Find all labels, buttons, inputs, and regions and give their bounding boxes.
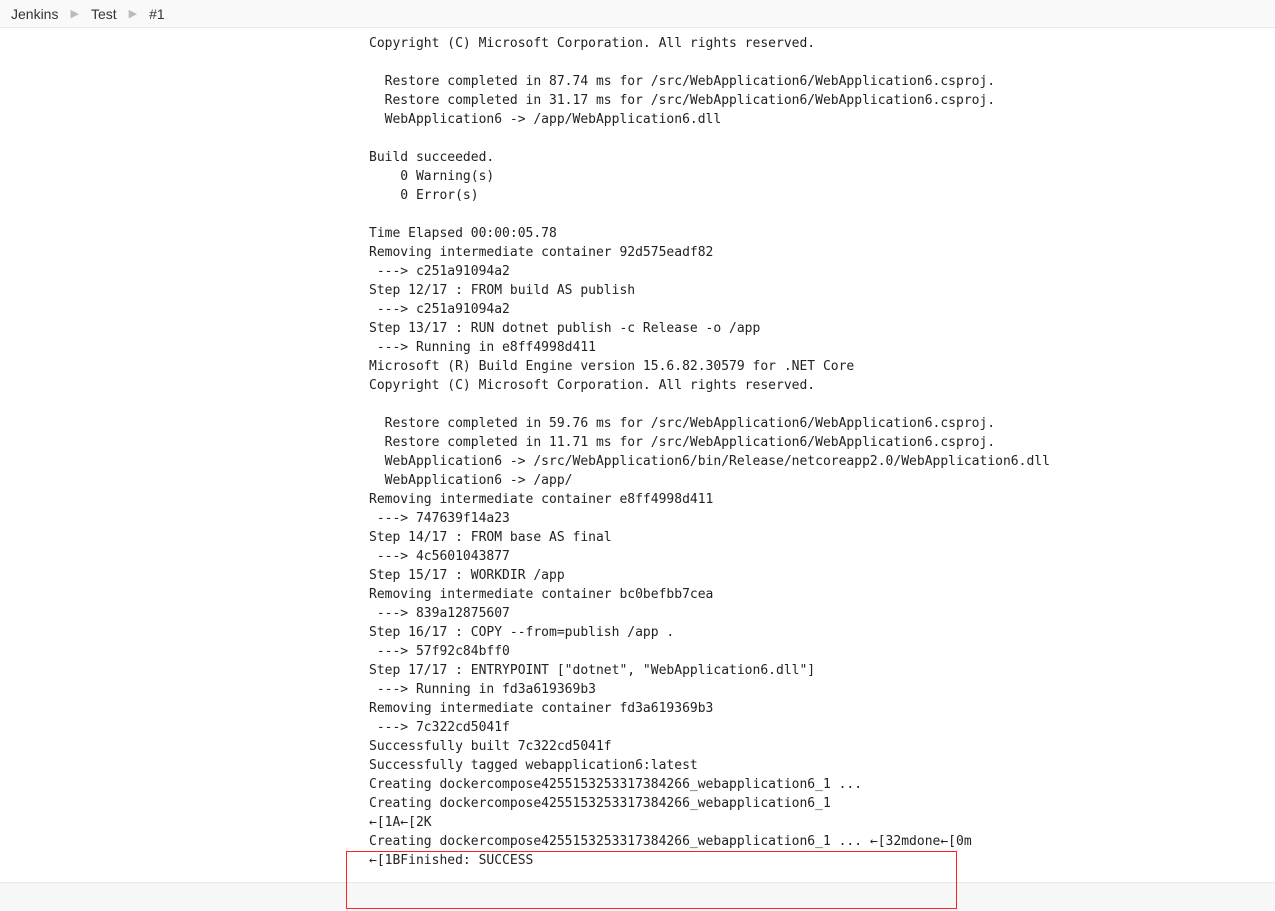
- breadcrumb-link-test[interactable]: Test: [91, 6, 117, 22]
- breadcrumb-link-build[interactable]: #1: [149, 6, 165, 22]
- console-output: Copyright (C) Microsoft Corporation. All…: [369, 34, 1275, 870]
- breadcrumb-link-jenkins[interactable]: Jenkins: [11, 6, 58, 22]
- console-output-area: Copyright (C) Microsoft Corporation. All…: [0, 28, 1275, 883]
- chevron-right-icon: ▶: [129, 7, 137, 20]
- chevron-right-icon: ▶: [70, 7, 78, 20]
- breadcrumb: Jenkins ▶ Test ▶ #1: [0, 0, 1275, 28]
